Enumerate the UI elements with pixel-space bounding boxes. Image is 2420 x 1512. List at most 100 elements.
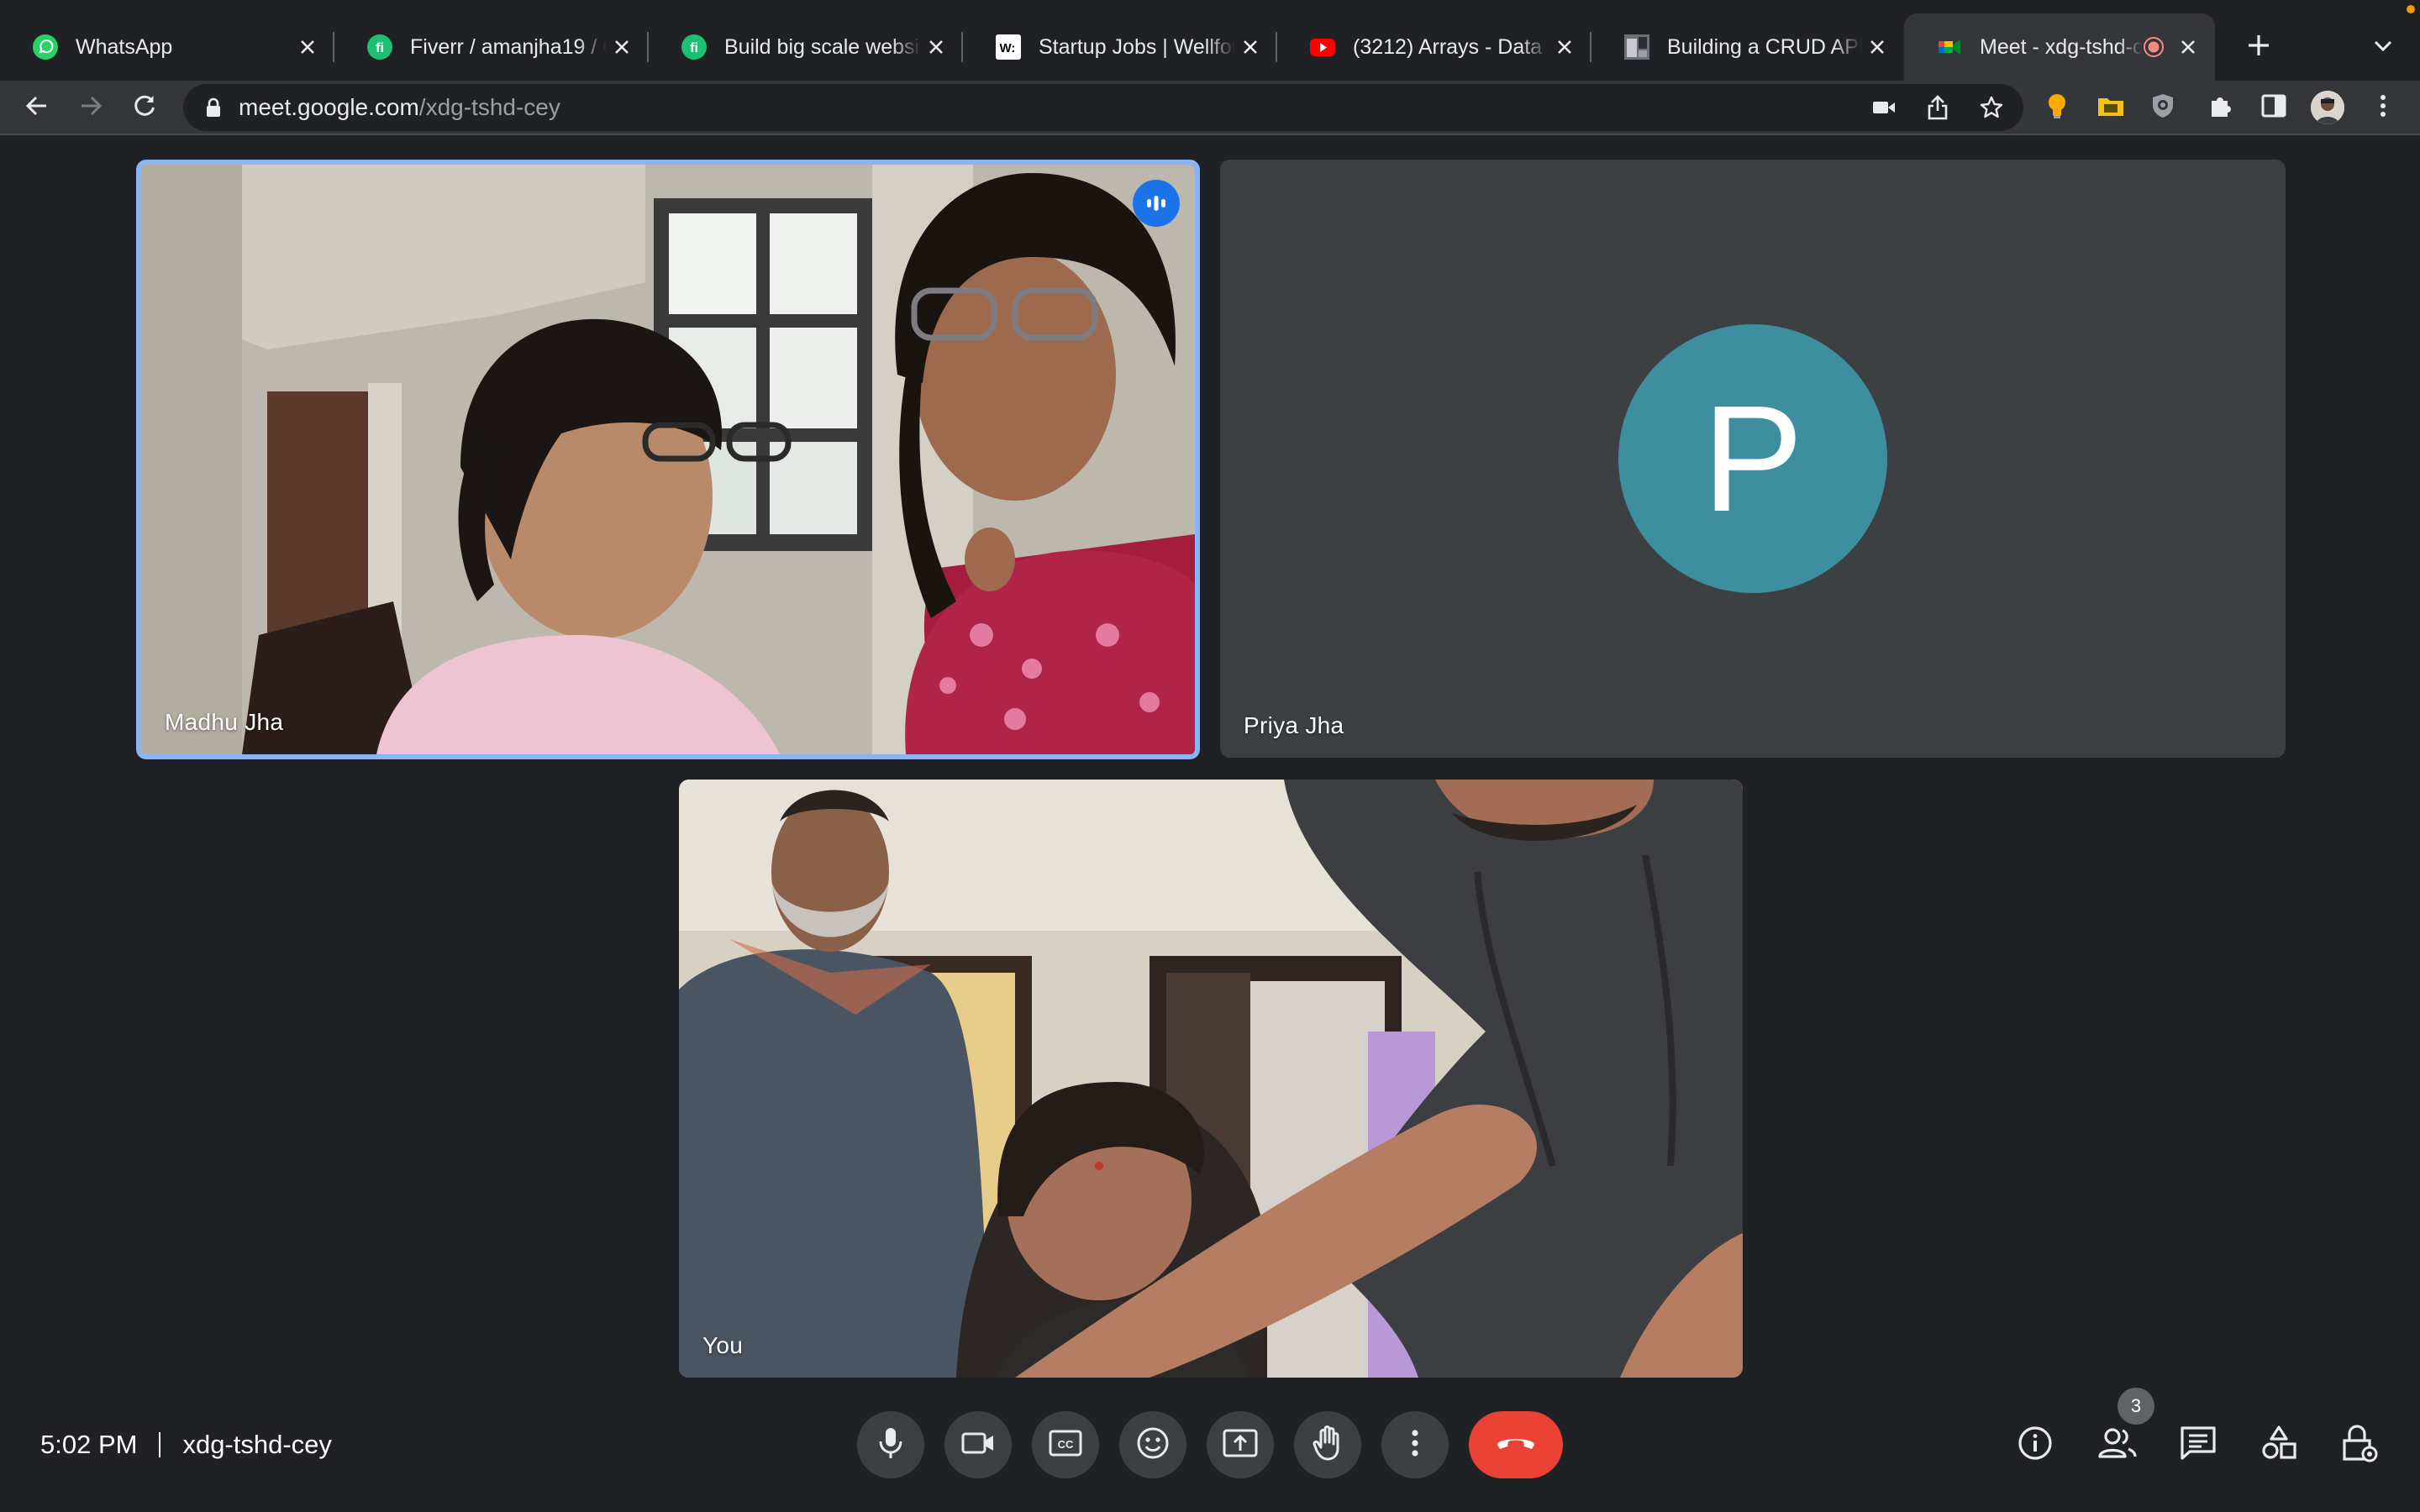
profile-avatar[interactable]: [2307, 87, 2348, 128]
arrow-forward-icon: [78, 93, 103, 123]
close-icon[interactable]: [2173, 32, 2203, 62]
close-icon[interactable]: [1549, 32, 1580, 62]
svg-text:fi: fi: [376, 41, 384, 55]
activities-icon: [2260, 1425, 2297, 1466]
captions-button[interactable]: CC: [1032, 1411, 1099, 1478]
fiverr-icon: fi: [681, 34, 708, 60]
participant-tile-madhu[interactable]: Madhu Jha: [136, 160, 1200, 759]
bookmark-star-icon[interactable]: [1973, 89, 2010, 126]
present-icon: [1223, 1429, 1258, 1462]
host-controls-button[interactable]: [2336, 1421, 2383, 1468]
tab-title: Building a CRUD APP: [1667, 34, 1862, 59]
new-tab-button[interactable]: [2235, 24, 2282, 71]
avatar: [2311, 91, 2344, 124]
extensions-button[interactable]: [2200, 87, 2240, 128]
camera-in-use-icon[interactable]: [1865, 89, 1902, 126]
svg-text:fi: fi: [690, 41, 698, 55]
close-icon[interactable]: [921, 32, 951, 62]
google-meet-icon: [1936, 34, 1963, 60]
avatar: P: [1618, 324, 1887, 593]
fiverr-icon: fi: [366, 34, 393, 60]
whatsapp-icon: [32, 34, 59, 60]
share-icon[interactable]: [1919, 89, 1956, 126]
tab-title: (3212) Arrays - Data S: [1353, 34, 1549, 59]
end-call-button[interactable]: [1469, 1411, 1563, 1478]
tab-youtube[interactable]: (3212) Arrays - Data S: [1277, 13, 1591, 81]
raise-hand-button[interactable]: [1294, 1411, 1361, 1478]
browser-menu-button[interactable]: [2363, 87, 2403, 128]
lock-icon[interactable]: [202, 96, 225, 119]
tab-title: WhatsApp: [76, 34, 173, 59]
participant-name: Madhu Jha: [165, 709, 284, 735]
extension-folder-button[interactable]: [2091, 87, 2131, 128]
participant-video: [141, 165, 1195, 754]
url-domain: meet.google.com: [239, 94, 419, 120]
forward-button[interactable]: [71, 87, 111, 128]
tab-fiverr[interactable]: fi Fiverr / amanjha19 / C: [334, 13, 649, 81]
meeting-details: 5:02 PM xdg-tshd-cey: [40, 1423, 332, 1467]
svg-text:CC: CC: [1058, 1438, 1074, 1451]
address-bar[interactable]: meet.google.com/xdg-tshd-cey: [183, 84, 2023, 131]
emoji-reaction-button[interactable]: [1119, 1411, 1186, 1478]
captions-icon: CC: [1049, 1430, 1082, 1461]
tab-fiverr-gig[interactable]: fi Build big scale websit: [649, 13, 963, 81]
extension-bulb-button[interactable]: [2037, 87, 2077, 128]
url-path: /xdg-tshd-cey: [418, 94, 560, 120]
reload-icon: [132, 93, 157, 123]
reload-button[interactable]: [124, 87, 165, 128]
tab-crud-app[interactable]: Building a CRUD APP: [1591, 13, 1904, 81]
more-options-icon: [1411, 1429, 1419, 1462]
puzzle-icon: [2207, 93, 2233, 123]
lightbulb-icon: [2046, 92, 2068, 123]
back-button[interactable]: [17, 87, 57, 128]
meeting-info-button[interactable]: [2012, 1421, 2059, 1468]
tab-strip: WhatsApp fi Fiverr / amanjha19 / C fi Bu…: [0, 0, 2420, 81]
chat-button[interactable]: [2175, 1421, 2222, 1468]
participant-tile-self[interactable]: You: [679, 780, 1743, 1378]
tab-google-meet[interactable]: Meet - xdg-tshd-c: [1904, 13, 2215, 81]
raise-hand-icon: [1313, 1425, 1343, 1465]
camera-button[interactable]: [944, 1411, 1012, 1478]
close-icon[interactable]: [292, 32, 323, 62]
chat-icon: [2180, 1425, 2217, 1465]
end-call-icon: [1495, 1434, 1537, 1457]
activities-button[interactable]: [2255, 1421, 2302, 1468]
participant-count-badge: 3: [2118, 1388, 2154, 1425]
tab-title: Startup Jobs | Wellfou: [1039, 34, 1235, 59]
people-icon: [2097, 1426, 2138, 1464]
microphone-icon: [876, 1426, 905, 1464]
tab-whatsapp[interactable]: WhatsApp: [0, 13, 334, 81]
participant-video: [679, 780, 1743, 1378]
more-options-button[interactable]: [1381, 1411, 1449, 1478]
url-text[interactable]: meet.google.com/xdg-tshd-cey: [239, 94, 560, 121]
close-icon[interactable]: [1862, 32, 1892, 62]
side-panel-icon: [2261, 94, 2286, 122]
tab-wellfound[interactable]: W: Startup Jobs | Wellfou: [963, 13, 1277, 81]
wellfound-icon: W:: [995, 34, 1022, 60]
close-icon[interactable]: [607, 32, 637, 62]
tab-title: Build big scale websit: [724, 34, 921, 59]
side-panel-button[interactable]: [2254, 87, 2294, 128]
present-button[interactable]: [1207, 1411, 1274, 1478]
info-icon: [2017, 1425, 2054, 1466]
notification-dot: [2407, 5, 2415, 13]
people-button[interactable]: [2094, 1421, 2141, 1468]
recording-icon: [2143, 36, 2165, 58]
youtube-icon: [1309, 34, 1336, 60]
extension-shield-button[interactable]: [2143, 87, 2183, 128]
tab-search-button[interactable]: [2361, 25, 2405, 69]
participant-name: Priya Jha: [1244, 712, 1344, 738]
tab-title: Meet - xdg-tshd-c: [1980, 34, 2143, 59]
browser-toolbar: meet.google.com/xdg-tshd-cey: [0, 81, 2420, 134]
participant-name: You: [702, 1332, 744, 1358]
meeting-code: xdg-tshd-cey: [182, 1430, 332, 1459]
close-icon[interactable]: [1235, 32, 1265, 62]
plus-icon: [2247, 34, 2270, 61]
emoji-icon: [1136, 1426, 1170, 1464]
participant-tile-priya[interactable]: P Priya Jha: [1220, 160, 2286, 758]
camera-icon: [961, 1431, 995, 1460]
svg-text:W:: W:: [1000, 41, 1016, 55]
thumbnail-icon: [1623, 34, 1650, 60]
host-controls-icon: [2341, 1424, 2378, 1467]
microphone-button[interactable]: [857, 1411, 924, 1478]
